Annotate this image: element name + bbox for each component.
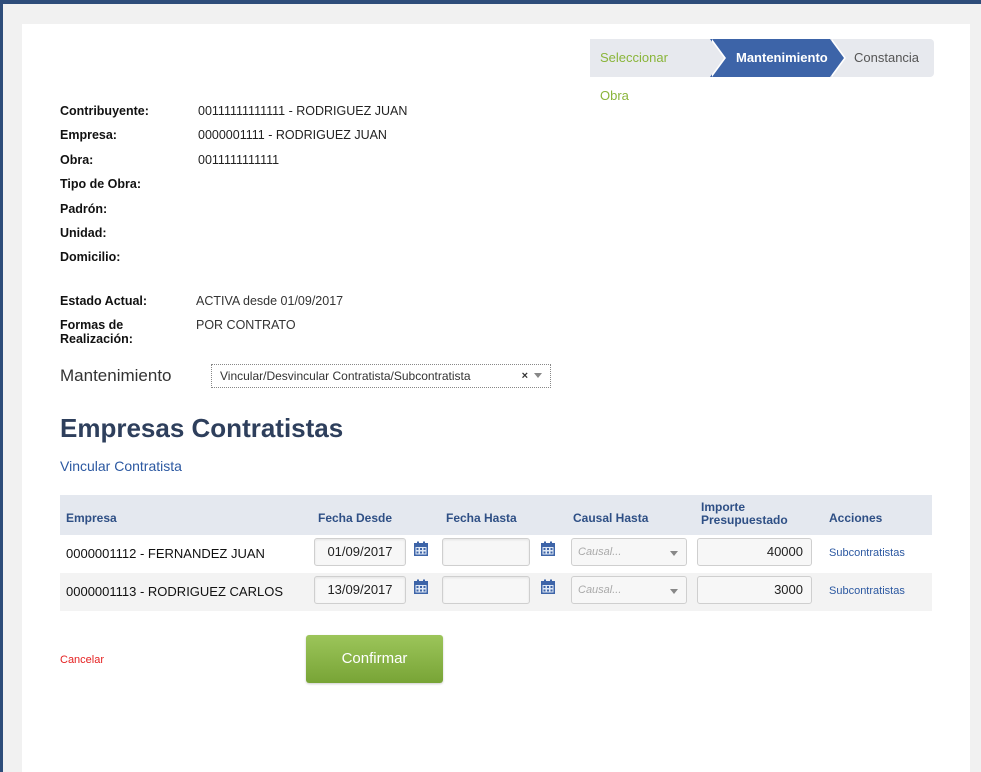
causal-hasta-select[interactable]: Causal... (571, 576, 687, 604)
subcontratistas-link[interactable]: Subcontratistas (829, 585, 905, 597)
calendar-icon[interactable] (413, 541, 429, 557)
table-row: 0000001113 - RODRIGUEZ CARLOS 13/09/2017… (60, 573, 932, 611)
importe-input[interactable]: 3000 (697, 576, 812, 604)
chevron-down-icon (670, 589, 678, 594)
section-title: Empresas Contratistas (60, 413, 344, 443)
fecha-hasta-input[interactable] (442, 538, 530, 566)
chevron-down-icon[interactable] (534, 373, 542, 378)
info-row-unidad: Unidad: (60, 226, 407, 250)
wizard-steps: Seleccionar Obra Mantenimiento Constanci… (590, 39, 934, 103)
obra-status: Estado Actual: ACTIVA desde 01/09/2017 F… (60, 294, 343, 346)
fecha-desde-input[interactable]: 13/09/2017 (314, 576, 406, 604)
formas-label: Formas de Realización: (60, 318, 133, 346)
subcontratistas-link[interactable]: Subcontratistas (829, 547, 905, 559)
header-acciones: Acciones (829, 511, 883, 525)
header-importe: Importe (701, 500, 746, 514)
fecha-desde-input[interactable]: 01/09/2017 (314, 538, 406, 566)
obra-info: Contribuyente: 00111111111111 - RODRIGUE… (60, 104, 407, 275)
step-seleccionar-obra[interactable]: Seleccionar Obra (590, 39, 726, 103)
status-row-estado: Estado Actual: ACTIVA desde 01/09/2017 (60, 294, 343, 318)
step-mantenimiento: Mantenimiento (710, 39, 846, 77)
calendar-icon[interactable] (540, 541, 556, 557)
obra-value: 0011111111111 (198, 152, 280, 167)
confirm-button[interactable]: Confirmar (306, 635, 443, 683)
calendar-icon[interactable] (540, 579, 556, 595)
empresa-label: Empresa: (60, 128, 117, 143)
window-left-border (0, 0, 3, 772)
domicilio-label: Domicilio: (60, 250, 121, 265)
calendar-icon[interactable] (413, 579, 429, 595)
tipo-obra-label: Tipo de Obra: (60, 177, 142, 192)
empresa-value: 0000001111 - RODRIGUEZ JUAN (198, 128, 387, 143)
contribuyente-value: 00111111111111 - RODRIGUEZ JUAN (198, 104, 408, 118)
estado-value: ACTIVA desde 01/09/2017 (196, 294, 344, 308)
row-empresa: 0000001112 - FERNANDEZ JUAN (66, 546, 265, 561)
row-empresa: 0000001113 - RODRIGUEZ CARLOS (66, 584, 283, 599)
header-presupuestado: Presupuestado (701, 513, 788, 527)
info-row-tipo-obra: Tipo de Obra: (60, 177, 407, 201)
header-causal-hasta: Causal Hasta (573, 511, 649, 525)
mantenimiento-select[interactable]: Vincular/Desvincular Contratista/Subcont… (211, 364, 551, 388)
info-row-obra: Obra: 0011111111111 (60, 153, 407, 177)
header-empresa: Empresa (66, 511, 117, 525)
causal-hasta-select[interactable]: Causal... (571, 538, 687, 566)
header-fecha-desde: Fecha Desde (318, 511, 393, 525)
status-row-formas: Formas de Realización: POR CONTRATO (60, 318, 343, 346)
formas-value: POR CONTRATO (196, 318, 296, 332)
info-row-domicilio: Domicilio: (60, 250, 407, 274)
contratistas-table: Empresa Fecha Desde Fecha Hasta Causal H… (60, 495, 932, 611)
mantenimiento-selected-value: Vincular/Desvincular Contratista/Subcont… (220, 369, 471, 383)
fecha-hasta-input[interactable] (442, 576, 530, 604)
padron-label: Padrón: (60, 201, 108, 216)
main-card: Seleccionar Obra Mantenimiento Constanci… (22, 24, 970, 772)
vincular-contratista-link[interactable]: Vincular Contratista (60, 458, 182, 474)
importe-input[interactable]: 40000 (697, 538, 812, 566)
info-row-contribuyente: Contribuyente: 00111111111111 - RODRIGUE… (60, 104, 407, 128)
chevron-down-icon (670, 551, 678, 556)
estado-label: Estado Actual: (60, 294, 148, 308)
table-header: Empresa Fecha Desde Fecha Hasta Causal H… (60, 495, 932, 535)
causal-placeholder: Causal... (578, 584, 622, 596)
obra-label: Obra: (60, 152, 94, 167)
info-row-padron: Padrón: (60, 202, 407, 226)
info-row-empresa: Empresa: 0000001111 - RODRIGUEZ JUAN (60, 128, 407, 152)
mantenimiento-label: Mantenimiento (60, 366, 172, 385)
contribuyente-label: Contribuyente: (60, 104, 149, 118)
clear-icon[interactable]: × (522, 365, 528, 387)
causal-placeholder: Causal... (578, 546, 622, 558)
window-top-border (0, 0, 981, 4)
unidad-label: Unidad: (60, 225, 107, 240)
cancel-link[interactable]: Cancelar (60, 654, 104, 666)
header-fecha-hasta: Fecha Hasta (446, 511, 517, 525)
table-row: 0000001112 - FERNANDEZ JUAN 01/09/2017 C… (60, 535, 932, 573)
